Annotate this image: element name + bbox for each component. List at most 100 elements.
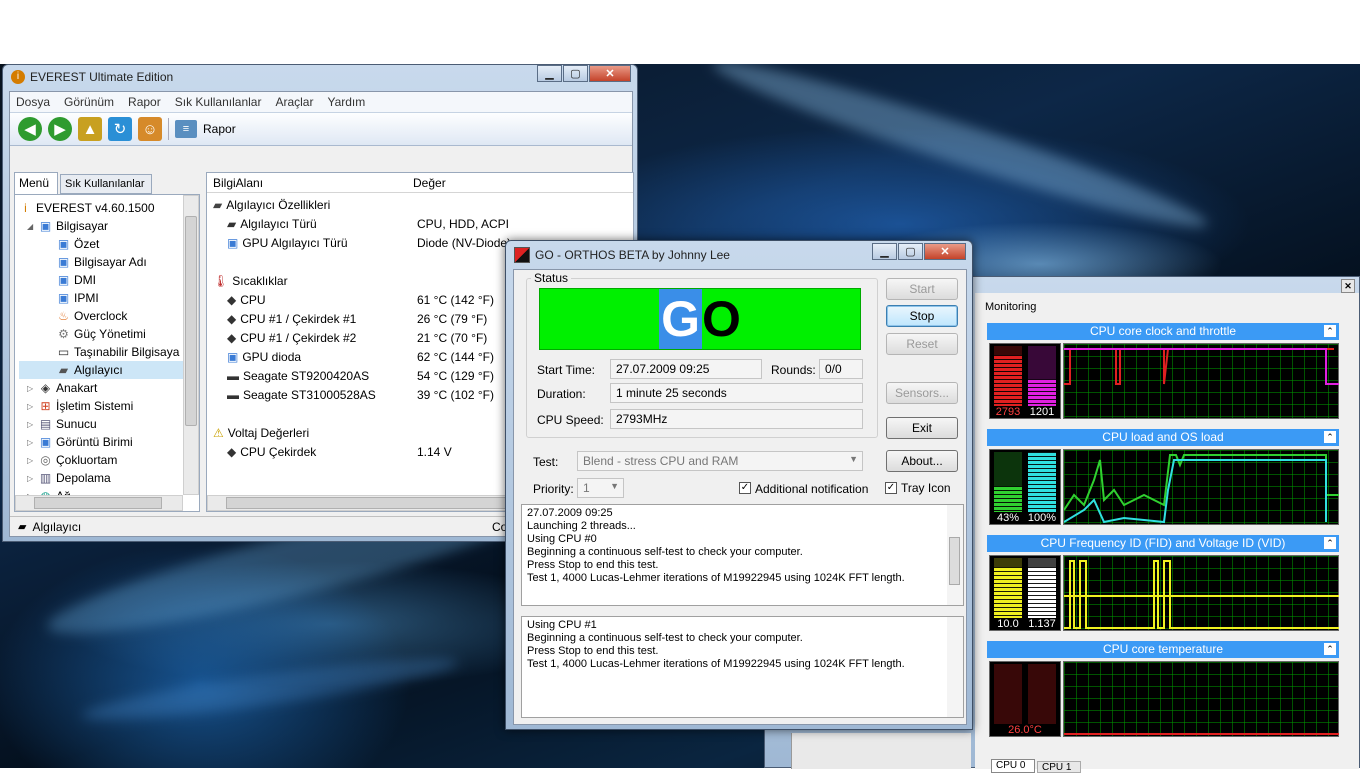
tree-item[interactable]: ▷ ◎ Çokluortam: [19, 451, 199, 469]
collapse-icon[interactable]: ⌃: [1324, 325, 1336, 337]
tab-favorites[interactable]: Sık Kullanılanlar: [60, 174, 152, 194]
up-folder-icon[interactable]: ▲: [78, 117, 102, 141]
about-button[interactable]: About...: [886, 450, 958, 472]
level-bar: [1028, 567, 1056, 618]
maximize-button[interactable]: ▢: [563, 65, 588, 82]
close-button[interactable]: ✕: [589, 65, 631, 82]
panel-header[interactable]: CPU core temperature ⌃: [987, 641, 1339, 658]
tree-item[interactable]: i EVEREST v4.60.1500: [19, 199, 199, 217]
forward-icon[interactable]: ▶: [48, 117, 72, 141]
monitor-close-button[interactable]: ✕: [1341, 279, 1355, 293]
level-bar: [994, 486, 1022, 512]
report-button-label[interactable]: Rapor: [203, 122, 236, 136]
thread-log-cpu0[interactable]: 27.07.2009 09:25 Launching 2 threads... Us…: [521, 504, 964, 606]
menu-item-4[interactable]: Araçlar: [275, 95, 313, 109]
level-bar: [1028, 452, 1056, 512]
minimize-button[interactable]: ▁: [872, 243, 897, 260]
tree-item[interactable]: ▷ ▣ Görüntü Birimi: [19, 433, 199, 451]
additional-notification-checkbox[interactable]: ✓: [739, 482, 751, 494]
tree-item-label: DMI: [74, 273, 96, 287]
tree-item[interactable]: ◢ ▣ Bilgisayar: [19, 217, 199, 235]
level-value: 26.0°C: [1008, 724, 1042, 736]
chevron-down-icon: ▼: [610, 481, 619, 491]
tree-item[interactable]: ▷ ⊞ İşletim Sistemi: [19, 397, 199, 415]
computer-icon: ▣: [57, 290, 70, 305]
tree-item[interactable]: ▣ IPMI: [19, 289, 199, 307]
maximize-button[interactable]: ▢: [898, 243, 923, 260]
expand-arrow-icon[interactable]: ▷: [27, 438, 35, 447]
expand-arrow-icon[interactable]: ◢: [27, 222, 35, 231]
expand-arrow-icon[interactable]: ▷: [27, 456, 35, 465]
menu-item-1[interactable]: Görünüm: [64, 95, 114, 109]
panel-header[interactable]: CPU core clock and throttle ⌃: [987, 323, 1339, 340]
tree-item-label: Özet: [74, 237, 100, 251]
refresh-icon[interactable]: ↻: [108, 117, 132, 141]
field-value: Diode (NV-Diode): [417, 235, 512, 250]
column-header-field[interactable]: BilgiAlanı: [207, 173, 407, 192]
tree-item-label: Görüntü Birimi: [56, 435, 133, 449]
window-title: EVEREST Ultimate Edition: [30, 70, 174, 84]
collapse-icon[interactable]: ⌃: [1324, 537, 1336, 549]
expand-arrow-icon[interactable]: ▷: [27, 384, 35, 393]
tree-item[interactable]: ⚙ Güç Yönetimi: [19, 325, 199, 343]
panel-header[interactable]: CPU Frequency ID (FID) and Voltage ID (V…: [987, 535, 1339, 552]
panel-header[interactable]: CPU load and OS load ⌃: [987, 429, 1339, 446]
column-header-value[interactable]: Değer: [407, 173, 452, 192]
monitor-panel: CPU core clock and throttle ⌃ 2793 1201: [987, 323, 1339, 423]
cpu-speed-label: CPU Speed:: [537, 413, 604, 427]
expand-arrow-icon[interactable]: ▷: [27, 420, 35, 429]
tree-item[interactable]: ▰ Algılayıcı: [19, 361, 199, 379]
tree-horizontal-scrollbar[interactable]: [15, 495, 183, 511]
table-row[interactable]: ▰ Algılayıcı Türü CPU, HDD, ACPI: [213, 214, 633, 233]
additional-notification-label[interactable]: Additional notification: [755, 482, 868, 496]
log-scrollbar[interactable]: [947, 617, 963, 717]
expand-arrow-icon[interactable]: ▷: [27, 402, 35, 411]
tree-item-label: Algılayıcı: [74, 363, 123, 377]
minimize-button[interactable]: ▁: [537, 65, 562, 82]
tree-vertical-scrollbar[interactable]: [183, 195, 199, 495]
tray-icon-checkbox[interactable]: ✓: [885, 482, 897, 494]
tab-cpu0[interactable]: CPU 0: [991, 759, 1035, 773]
users-icon[interactable]: ☺: [138, 117, 162, 141]
tray-icon-label[interactable]: Tray Icon: [901, 481, 951, 495]
report-icon[interactable]: ≡: [175, 120, 197, 138]
test-select[interactable]: Blend - stress CPU and RAM ▼: [577, 451, 863, 471]
field-name: Seagate ST31000528AS: [243, 387, 376, 402]
sensors-button[interactable]: Sensors...: [886, 382, 958, 404]
menu-item-0[interactable]: Dosya: [16, 95, 50, 109]
collapse-icon[interactable]: ⌃: [1324, 431, 1336, 443]
tree-item[interactable]: ▷ ▥ Depolama: [19, 469, 199, 487]
log-line: Beginning a continuous self-test to chec…: [527, 546, 803, 558]
back-icon[interactable]: ◀: [18, 117, 42, 141]
motherboard-icon: ◈: [40, 380, 51, 395]
stop-button[interactable]: Stop: [886, 305, 958, 327]
tree-item[interactable]: ▣ Özet: [19, 235, 199, 253]
tree-item[interactable]: ▭ Taşınabilir Bilgisaya: [19, 343, 199, 361]
start-button[interactable]: Start: [886, 278, 958, 300]
close-button[interactable]: ✕: [924, 243, 966, 260]
thread-log-cpu1[interactable]: Using CPU #1 Beginning a continuous self-…: [521, 616, 964, 718]
collapse-icon[interactable]: ⌃: [1324, 643, 1336, 655]
log-line: 27.07.2009 09:25: [527, 507, 613, 519]
log-line: Using CPU #1: [527, 619, 597, 631]
expand-arrow-icon[interactable]: ▷: [27, 474, 35, 483]
tab-menu[interactable]: Menü: [14, 172, 58, 194]
menu-item-2[interactable]: Rapor: [128, 95, 161, 109]
menu-item-5[interactable]: Yardım: [327, 95, 365, 109]
tree-item[interactable]: ▣ DMI: [19, 271, 199, 289]
exit-button[interactable]: Exit: [886, 417, 958, 439]
level-value: 2793: [995, 406, 1021, 418]
tab-cpu1[interactable]: CPU 1: [1037, 761, 1081, 773]
tree-item[interactable]: ▷ ◈ Anakart: [19, 379, 199, 397]
log-line: Test 1, 4000 Lucas-Lehmer iterations of …: [527, 658, 905, 670]
tree-item[interactable]: ▷ ▤ Sunucu: [19, 415, 199, 433]
tree-item-label: Güç Yönetimi: [74, 327, 146, 341]
status-group-label: Status: [531, 271, 572, 285]
tree-item[interactable]: ♨ Overclock: [19, 307, 199, 325]
log-scrollbar[interactable]: [947, 505, 963, 605]
priority-select[interactable]: 1 ▼: [577, 478, 624, 498]
menu-item-3[interactable]: Sık Kullanılanlar: [175, 95, 262, 109]
reset-button[interactable]: Reset: [886, 333, 958, 355]
tree-item[interactable]: ▣ Bilgisayar Adı: [19, 253, 199, 271]
history-graph: [1063, 449, 1339, 525]
